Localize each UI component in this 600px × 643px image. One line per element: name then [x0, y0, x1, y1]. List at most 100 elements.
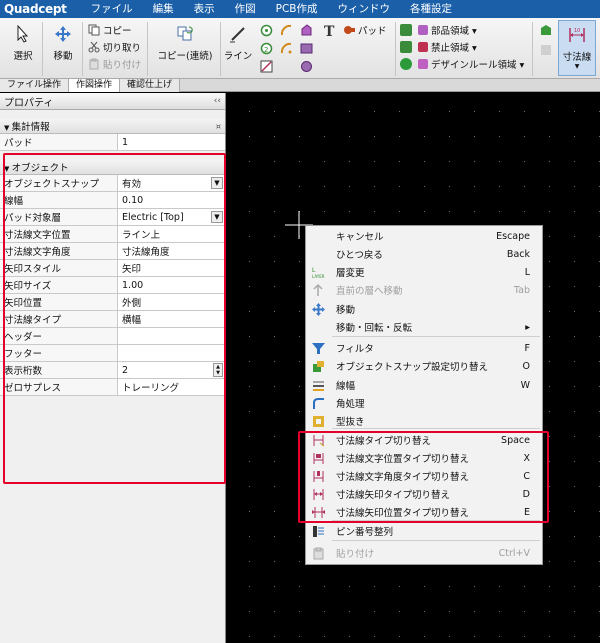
tab-file-ops[interactable]: ファイル操作	[0, 79, 70, 92]
property-row-header[interactable]: ヘッダー	[0, 328, 225, 345]
property-row-arrow-size[interactable]: 矢印サイズ 1.00	[0, 277, 225, 294]
footer-field[interactable]	[118, 345, 225, 361]
text-tool-icon[interactable]: T	[323, 24, 337, 41]
display-digits-stepper[interactable]: 2 ▲ ▼	[118, 362, 225, 378]
context-menu-item[interactable]: 角処理	[306, 394, 542, 412]
property-row-display-digits[interactable]: 表示桁数 2 ▲ ▼	[0, 362, 225, 379]
move-label: 移動	[53, 51, 73, 62]
property-row-arrow-style[interactable]: 矢印スタイル 矢印	[0, 260, 225, 277]
context-menu-item[interactable]: ひとつ戻る Back	[306, 245, 542, 263]
prohibit-area-label: 禁止領域 ▾	[431, 43, 477, 54]
arrow-style-field[interactable]: 矢印	[118, 260, 225, 276]
context-menu-item-label: 寸法線文字角度タイプ切り替え	[336, 472, 470, 483]
spinner-arrows-icon[interactable]: ▲ ▼	[213, 363, 223, 377]
menu-separator	[332, 540, 540, 541]
property-row-dim-text-pos[interactable]: 寸法線文字位置 ライン上	[0, 226, 225, 243]
edit-shape-tool-icon[interactable]	[260, 60, 273, 76]
circle-tool-icon[interactable]	[260, 24, 273, 40]
collapse-panel-button[interactable]: ‹‹	[214, 96, 221, 106]
menu-view[interactable]: 表示	[184, 0, 225, 18]
rect-area-icon[interactable]	[540, 44, 552, 59]
context-menu-item[interactable]: 寸法線矢印タイプ切り替え D	[306, 485, 542, 503]
polygon-tool-icon[interactable]	[300, 24, 313, 40]
summary-section-header[interactable]: ▼ 集計情報 ¤	[0, 119, 225, 134]
design-rule-area-button[interactable]: デザインルール領域 ▾	[400, 57, 524, 71]
part-area-button[interactable]: 部品領域 ▾	[400, 23, 477, 37]
context-menu-item[interactable]: L LAYER 層変更 L	[306, 263, 542, 281]
circle-center-tool-icon[interactable]: 2	[260, 42, 273, 58]
line-button[interactable]: ライン	[223, 24, 253, 62]
property-row-dim-text-angle[interactable]: 寸法線文字角度 寸法線角度	[0, 243, 225, 260]
context-menu-item-label: 寸法線タイプ切り替え	[336, 436, 432, 447]
context-menu-item[interactable]: キャンセル Escape	[306, 227, 542, 245]
copy-continuous-button[interactable]: コピー(連続)	[152, 24, 218, 62]
menu-file[interactable]: ファイル	[81, 0, 143, 18]
prohibit-area-button[interactable]: 禁止領域 ▾	[400, 40, 477, 54]
property-row-dim-type[interactable]: 寸法線タイプ 横幅	[0, 311, 225, 328]
tab-check-finish[interactable]: 確認仕上げ	[120, 79, 181, 92]
context-menu-item[interactable]: ピン番号整列	[306, 522, 542, 540]
pad-button[interactable]: パッド	[343, 23, 387, 37]
property-value: Electric [Top]	[122, 211, 184, 223]
ellipse-tool-icon[interactable]	[300, 60, 313, 76]
app-logo: Quadcept	[4, 2, 67, 16]
object-snap-select[interactable]: 有効 ▼	[118, 175, 225, 191]
rectangle-tool-icon[interactable]	[300, 42, 313, 58]
dropdown-arrow-icon[interactable]: ▼	[211, 211, 223, 223]
context-menu-item[interactable]: オブジェクトスナップ設定切り替え O	[306, 357, 542, 375]
paste-button[interactable]: 貼り付け	[88, 57, 141, 71]
arc-tool-icon[interactable]	[280, 24, 293, 40]
svg-text:T: T	[324, 24, 335, 38]
context-menu-item-label: ピン番号整列	[336, 527, 394, 538]
menu-draw[interactable]: 作図	[225, 0, 266, 18]
pad-layer-select[interactable]: Electric [Top] ▼	[118, 209, 225, 225]
property-key: 矢印位置	[0, 294, 118, 310]
property-row-zero-suppress[interactable]: ゼロサプレス トレーリング	[0, 379, 225, 396]
context-menu-item[interactable]: 寸法線文字角度タイプ切り替え C	[306, 467, 542, 485]
menu-window[interactable]: ウィンドウ	[328, 0, 401, 18]
context-menu-item[interactable]: 直前の層へ移動 Tab	[306, 281, 542, 299]
line-width-field[interactable]: 0.10	[118, 192, 225, 208]
property-row-arrow-position[interactable]: 矢印位置 外側	[0, 294, 225, 311]
context-menu-item-shortcut: L	[524, 266, 530, 278]
copy-button[interactable]: コピー	[88, 23, 132, 37]
context-menu-item[interactable]: 線幅 W	[306, 376, 542, 394]
context-menu-item[interactable]: 貼り付け Ctrl+V	[306, 544, 542, 562]
pin-icon[interactable]: ¤	[216, 122, 221, 131]
cut-button[interactable]: 切り取り	[88, 40, 141, 54]
header-field[interactable]	[118, 328, 225, 344]
context-menu-item[interactable]: 寸法線文字位置タイプ切り替え X	[306, 449, 542, 467]
polygon-area-icon[interactable]	[540, 24, 552, 39]
property-key: 線幅	[0, 192, 118, 208]
tab-draw-ops[interactable]: 作図操作	[69, 79, 121, 92]
dim-type-field[interactable]: 横幅	[118, 311, 225, 327]
arrow-position-field[interactable]: 外側	[118, 294, 225, 310]
context-menu-item[interactable]: 移動	[306, 300, 542, 318]
design-rule-area-icon	[400, 58, 412, 70]
property-row-pad-layer[interactable]: パッド対象層 Electric [Top] ▼	[0, 209, 225, 226]
context-menu-item[interactable]: フィルタ F	[306, 339, 542, 357]
context-menu-item[interactable]: 移動・回転・反転 ▸	[306, 318, 542, 336]
object-section-header[interactable]: ▼ オブジェクト	[0, 160, 225, 175]
zero-suppress-field[interactable]: トレーリング	[118, 379, 225, 395]
property-value: 1	[118, 134, 225, 150]
property-row-object-snap[interactable]: オブジェクトスナップ 有効 ▼	[0, 175, 225, 192]
dimension-button[interactable]: 10 寸法線 ▼	[558, 20, 596, 76]
property-row-footer[interactable]: フッター	[0, 345, 225, 362]
menu-edit[interactable]: 編集	[143, 0, 184, 18]
dim-text-angle-field[interactable]: 寸法線角度	[118, 243, 225, 259]
select-button[interactable]: 選択	[8, 24, 38, 62]
ribbon-separator	[220, 22, 221, 76]
dropdown-arrow-icon[interactable]: ▼	[211, 177, 223, 189]
context-menu-item[interactable]: 寸法線矢印位置タイプ切り替え E	[306, 503, 542, 521]
context-menu-item[interactable]: 寸法線タイプ切り替え Space	[306, 431, 542, 449]
dim-text-pos-field[interactable]: ライン上	[118, 226, 225, 242]
context-menu-item-shortcut: F	[524, 342, 530, 354]
arrow-size-field[interactable]: 1.00	[118, 277, 225, 293]
menu-pcb[interactable]: PCB作成	[266, 0, 328, 18]
menu-settings[interactable]: 各種設定	[400, 0, 462, 18]
arc-center-tool-icon[interactable]	[280, 42, 293, 58]
move-button[interactable]: 移動	[48, 24, 78, 62]
copy-icon	[88, 24, 100, 36]
property-row-line-width[interactable]: 線幅 0.10	[0, 192, 225, 209]
